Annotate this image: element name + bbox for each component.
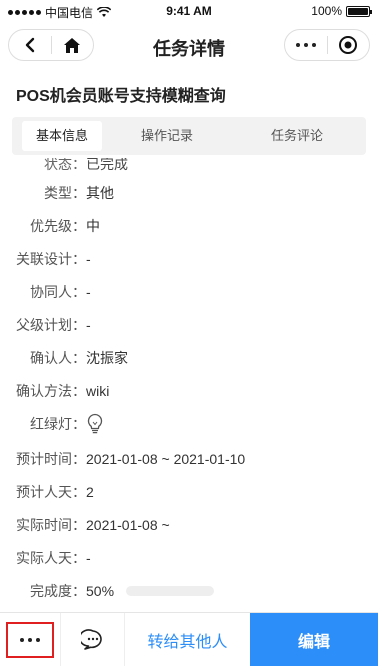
- detail-row-planned-time: 预计时间： 2021-01-08 ~ 2021-01-10: [0, 447, 378, 471]
- detail-label: 确认方法：: [16, 383, 86, 399]
- detail-value: 中: [86, 218, 100, 234]
- detail-label: 预计人天：: [16, 484, 86, 500]
- detail-row-actual-days: 实际人天： -: [0, 546, 378, 570]
- detail-label: 预计时间：: [16, 451, 86, 467]
- detail-value: -: [86, 251, 91, 267]
- detail-label: 关联设计：: [16, 251, 86, 267]
- detail-label: 类型：: [44, 185, 86, 201]
- highlight-outline: [6, 622, 54, 658]
- detail-value: 50%: [86, 583, 215, 599]
- detail-label: 完成度：: [30, 583, 86, 599]
- completion-progress-bar: [126, 586, 215, 596]
- status-right: 100%: [311, 4, 372, 18]
- battery-percent: 100%: [311, 4, 342, 18]
- nav-right-capsule: [284, 29, 370, 61]
- battery-icon: [346, 5, 372, 17]
- detail-row-confirmer: 确认人： 沈振家: [0, 346, 378, 370]
- detail-value: -: [86, 317, 91, 333]
- comment-button[interactable]: [60, 613, 124, 666]
- detail-row-parent-plan: 父级计划： -: [0, 313, 378, 337]
- chat-bubble-icon: [80, 628, 102, 650]
- detail-row-traffic-light: 红绿灯：: [0, 412, 378, 436]
- detail-value: 2021-01-08 ~ 2021-01-10: [86, 451, 246, 467]
- detail-value: 2021-01-08 ~: [86, 517, 170, 533]
- detail-label: 优先级：: [30, 218, 86, 234]
- detail-row-actual-time: 实际时间： 2021-01-08 ~: [0, 513, 378, 537]
- detail-label: 状态：: [44, 158, 86, 172]
- completion-percent: 50%: [86, 583, 115, 599]
- detail-row-design: 关联设计： -: [0, 247, 378, 271]
- bottom-action-bar: 转给其他人 编辑: [0, 612, 378, 666]
- tab-basic-info[interactable]: 基本信息: [22, 121, 102, 151]
- detail-row-completion: 完成度： 50%: [0, 579, 378, 603]
- detail-row-collaborator: 协同人： -: [0, 280, 378, 304]
- detail-value: 已完成: [86, 158, 128, 172]
- detail-row-priority: 优先级： 中: [0, 214, 378, 238]
- detail-list: 状态： 已完成 类型： 其他 优先级： 中 关联设计： - 协同人： - 父级计…: [0, 158, 378, 608]
- lightbulb-icon: [87, 413, 103, 434]
- detail-value: 2: [86, 484, 94, 500]
- detail-row-confirm-method: 确认方法： wiki: [0, 379, 378, 403]
- more-actions-button[interactable]: [0, 613, 60, 666]
- detail-label: 协同人：: [30, 284, 86, 300]
- detail-value: 沈振家: [86, 350, 128, 366]
- tab-comments[interactable]: 任务评论: [232, 121, 362, 151]
- detail-label: 实际时间：: [16, 517, 86, 533]
- more-icon: [295, 43, 316, 47]
- detail-row-planned-days: 预计人天： 2: [0, 480, 378, 504]
- status-bar: 中国电信 9:41 AM 100%: [0, 0, 378, 22]
- tab-bar: 基本信息 操作记录 任务评论: [12, 117, 366, 155]
- tab-operation-log[interactable]: 操作记录: [102, 121, 232, 151]
- detail-row-type: 类型： 其他: [0, 181, 378, 205]
- detail-label: 实际人天：: [16, 550, 86, 566]
- close-miniprogram-button[interactable]: [328, 30, 370, 60]
- detail-label: 确认人：: [30, 350, 86, 366]
- detail-value: wiki: [86, 383, 110, 399]
- target-close-icon: [339, 36, 358, 54]
- detail-label: 父级计划：: [16, 317, 86, 333]
- nav-bar: 任务详情: [0, 26, 378, 66]
- detail-label: 红绿灯：: [30, 416, 86, 432]
- detail-row-status: 状态： 已完成: [0, 158, 378, 176]
- menu-button[interactable]: [285, 30, 327, 60]
- detail-value: [86, 413, 104, 435]
- transfer-button[interactable]: 转给其他人: [124, 613, 250, 666]
- detail-value: 其他: [86, 185, 114, 201]
- detail-value: -: [86, 284, 91, 300]
- task-title: POS机会员账号支持模糊查询: [16, 88, 226, 105]
- detail-value: -: [86, 550, 91, 566]
- edit-button[interactable]: 编辑: [250, 613, 378, 666]
